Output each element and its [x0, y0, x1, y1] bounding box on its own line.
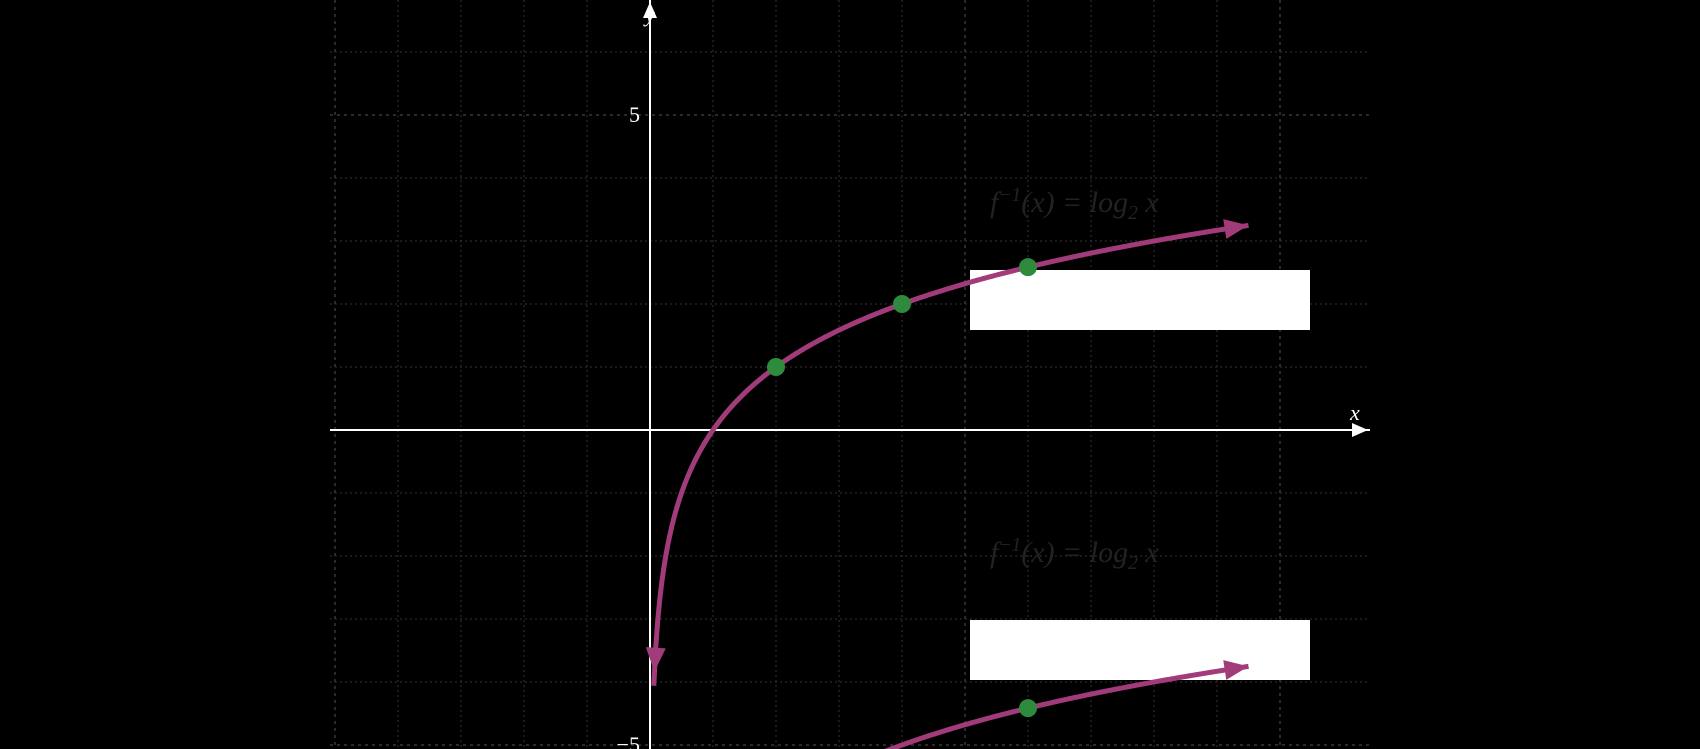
chart: 5 −5 y x — [330, 0, 1370, 749]
curve-arrow-right — [1223, 219, 1248, 239]
function-label-lower: f−1(x) = log2 x — [990, 535, 1159, 575]
ytick-5: 5 — [629, 102, 640, 127]
chart-svg: 5 −5 y x — [330, 0, 1370, 749]
label-bg-upper — [970, 270, 1310, 330]
y-axis-label: y — [643, 2, 655, 27]
curve-arrow-down — [646, 647, 666, 672]
label-bg-lower — [970, 620, 1310, 680]
function-label-upper: f−1(x) = log2 x — [990, 185, 1159, 225]
x-axis-label: x — [1349, 400, 1360, 425]
ytick-neg5: −5 — [617, 732, 640, 749]
